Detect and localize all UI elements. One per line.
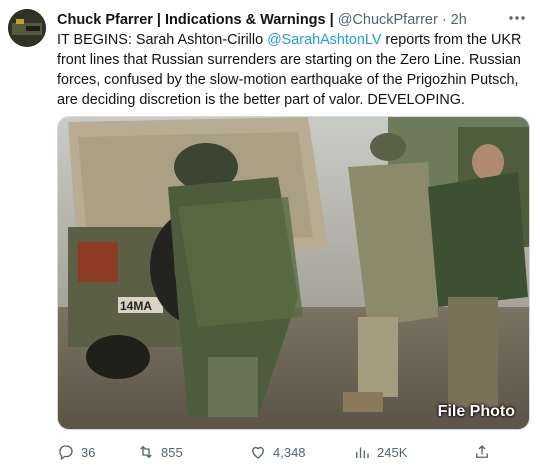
retweet-count: 855 bbox=[161, 444, 183, 460]
timestamp[interactable]: 2h bbox=[451, 12, 467, 28]
views-button[interactable]: 245K bbox=[353, 443, 473, 461]
retweet-button[interactable]: 855 bbox=[137, 443, 249, 461]
user-handle[interactable]: @ChuckPfarrer bbox=[338, 12, 438, 28]
more-icon[interactable] bbox=[506, 8, 528, 28]
mention-link[interactable]: @SarahAshtonLV bbox=[267, 32, 381, 48]
avatar[interactable] bbox=[8, 9, 46, 47]
photo-image: 14МА bbox=[58, 117, 529, 429]
share-icon bbox=[476, 445, 488, 458]
views-count: 245K bbox=[377, 444, 408, 460]
tweet-text: IT BEGINS: Sarah Ashton-Cirillo @SarahAs… bbox=[57, 30, 527, 110]
like-button[interactable]: 4,348 bbox=[249, 443, 353, 461]
tweet-text-prefix: IT BEGINS: Sarah Ashton-Cirillo bbox=[57, 32, 268, 48]
views-icon bbox=[356, 447, 369, 458]
media-caption: File Photo bbox=[437, 403, 515, 420]
tweet[interactable]: Chuck Pfarrer | Indications & Warnings |… bbox=[0, 0, 540, 471]
action-bar: 36 855 4,348 245K bbox=[57, 441, 527, 463]
reply-button[interactable]: 36 bbox=[57, 443, 137, 461]
separator-dot: · bbox=[441, 12, 447, 28]
reply-count: 36 bbox=[81, 444, 96, 460]
tweet-photo[interactable]: 14МА File Photo bbox=[57, 116, 530, 430]
reply-icon bbox=[59, 445, 73, 461]
like-count: 4,348 bbox=[273, 444, 306, 460]
like-icon bbox=[252, 446, 264, 459]
retweet-icon bbox=[140, 445, 152, 459]
vehicle-plate: 14МА bbox=[120, 299, 152, 313]
tweet-header: Chuck Pfarrer | Indications & Warnings |… bbox=[57, 10, 532, 30]
display-name[interactable]: Chuck Pfarrer | Indications & Warnings | bbox=[57, 12, 334, 28]
share-button[interactable] bbox=[473, 443, 491, 461]
